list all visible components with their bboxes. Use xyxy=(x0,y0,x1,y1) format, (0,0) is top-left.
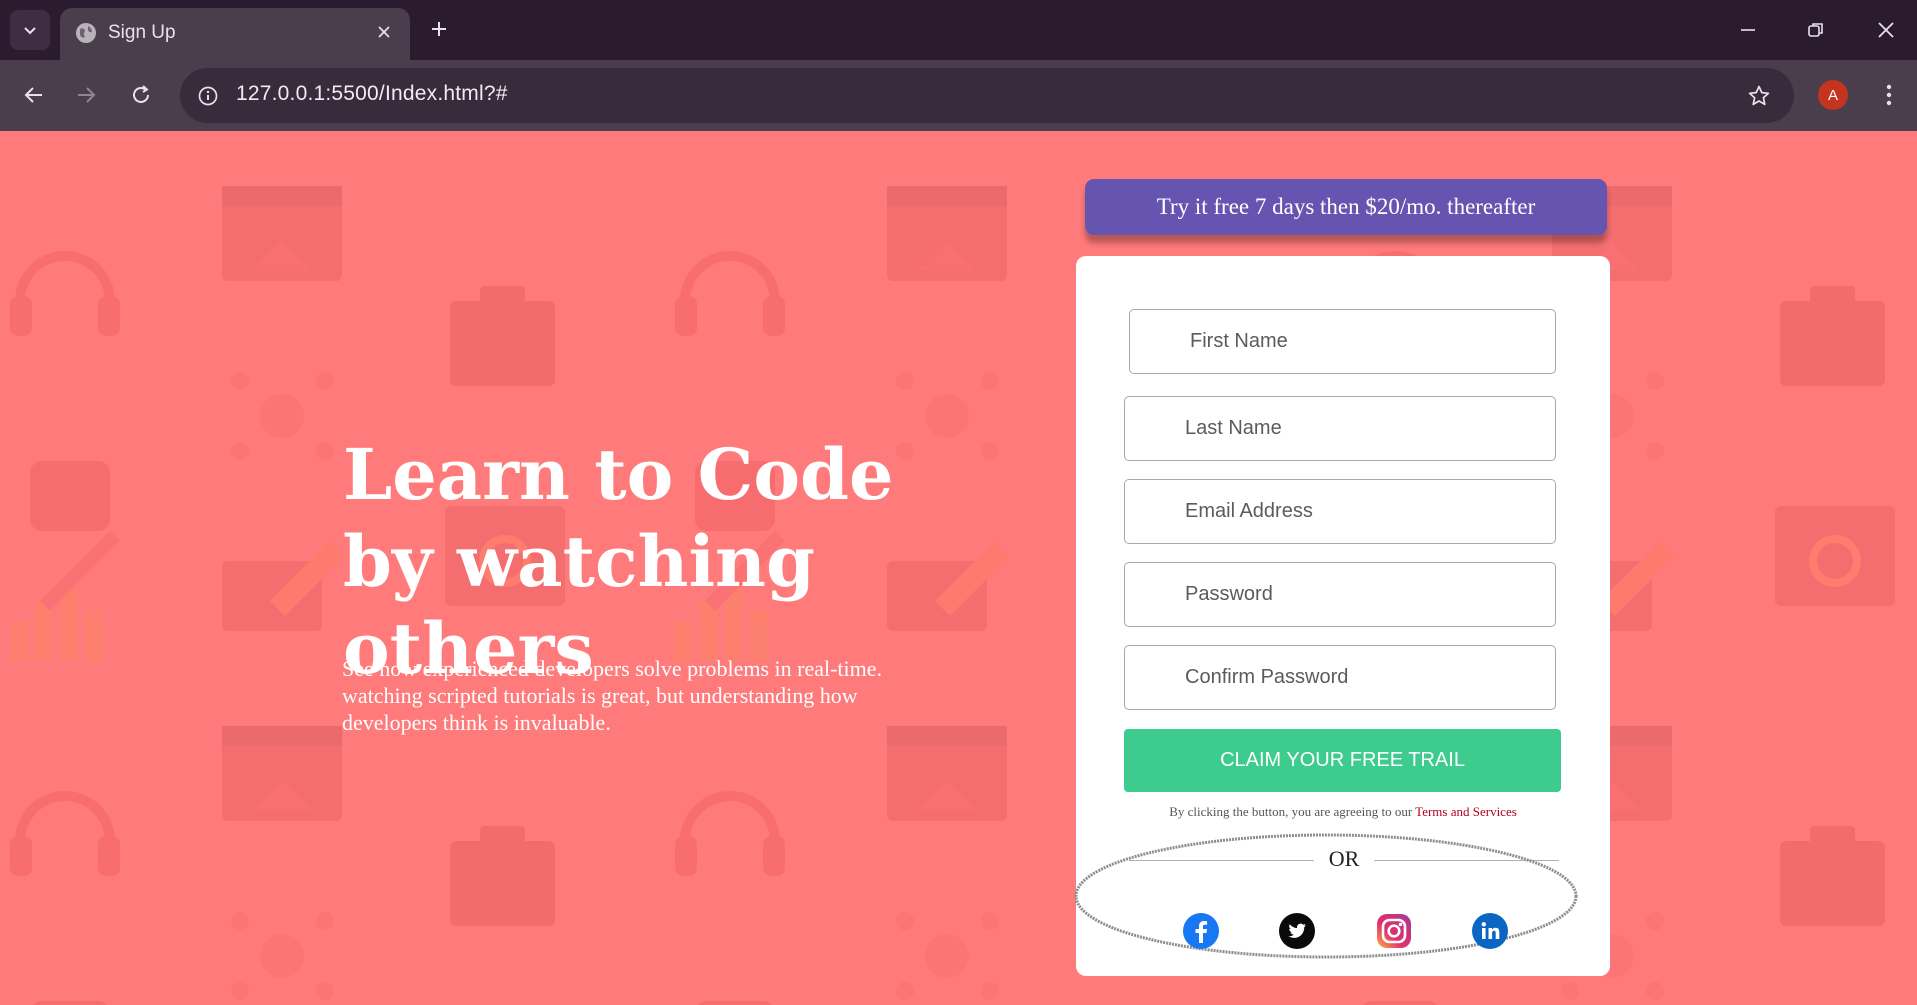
email-input[interactable] xyxy=(1124,479,1556,544)
hero-title: Learn to Code by watching others xyxy=(343,433,894,690)
confirm-password-input[interactable] xyxy=(1124,645,1556,710)
claim-free-trial-button[interactable]: CLAIM YOUR FREE TRAIL xyxy=(1124,729,1561,792)
instagram-icon[interactable] xyxy=(1374,911,1414,951)
url-text[interactable]: 127.0.0.1:5500/Index.html?# xyxy=(236,82,508,106)
arrow-left-icon xyxy=(24,87,42,103)
divider-right xyxy=(1374,860,1559,861)
bookmark-star-icon[interactable] xyxy=(1744,81,1774,111)
new-tab-button[interactable] xyxy=(425,15,453,43)
back-button[interactable] xyxy=(16,77,52,113)
facebook-logo xyxy=(1183,913,1219,949)
chevron-down-icon xyxy=(24,27,36,35)
instagram-logo xyxy=(1377,914,1411,948)
twitter-logo xyxy=(1279,913,1315,949)
more-vertical-icon xyxy=(1886,84,1892,106)
forward-button[interactable] xyxy=(68,77,104,113)
browser-tab-bar: Sign Up xyxy=(0,0,1917,60)
or-divider-label: OR xyxy=(1328,846,1360,871)
last-name-input[interactable] xyxy=(1124,396,1556,461)
tab-close-button[interactable] xyxy=(372,20,396,44)
browser-tab-active[interactable]: Sign Up xyxy=(60,8,410,60)
arrow-right-icon xyxy=(78,87,96,103)
free-trial-banner: Try it free 7 days then $20/mo. thereaft… xyxy=(1085,179,1607,235)
browser-toolbar: 127.0.0.1:5500/Index.html?# A xyxy=(0,60,1917,131)
restore-icon xyxy=(1808,23,1823,37)
globe-icon xyxy=(76,23,96,43)
linkedin-icon[interactable] xyxy=(1470,911,1510,951)
address-bar[interactable]: 127.0.0.1:5500/Index.html?# xyxy=(180,68,1794,123)
page-viewport: Learn to Code by watching others See how… xyxy=(0,131,1917,1005)
minimize-button[interactable] xyxy=(1728,12,1768,48)
close-window-button[interactable] xyxy=(1866,12,1906,48)
info-icon xyxy=(198,86,218,106)
divider-left xyxy=(1129,860,1314,861)
plus-icon xyxy=(432,22,446,36)
tab-search-button[interactable] xyxy=(10,10,50,50)
browser-menu-button[interactable] xyxy=(1872,78,1906,112)
reload-button[interactable] xyxy=(123,77,159,113)
terms-prefix: By clicking the button, you are agreeing… xyxy=(1169,804,1416,819)
tab-title: Sign Up xyxy=(108,22,176,43)
password-input[interactable] xyxy=(1124,562,1556,627)
first-name-input[interactable] xyxy=(1129,309,1556,374)
star-icon xyxy=(1748,85,1770,106)
site-info-icon[interactable] xyxy=(194,82,222,110)
restore-button[interactable] xyxy=(1796,12,1836,48)
close-icon xyxy=(1878,22,1894,38)
signup-form-card: CLAIM YOUR FREE TRAIL By clicking the bu… xyxy=(1074,256,1610,976)
linkedin-logo xyxy=(1472,913,1508,949)
twitter-icon[interactable] xyxy=(1277,911,1317,951)
terms-notice: By clicking the button, you are agreeing… xyxy=(1076,804,1610,820)
close-icon xyxy=(378,26,390,38)
profile-avatar[interactable]: A xyxy=(1818,80,1848,110)
hero-description: See how experienced developers solve pro… xyxy=(342,656,883,735)
minimize-icon xyxy=(1741,29,1755,31)
reload-icon xyxy=(133,85,149,103)
terms-link[interactable]: Terms and Services xyxy=(1415,804,1517,819)
facebook-icon[interactable] xyxy=(1181,911,1221,951)
